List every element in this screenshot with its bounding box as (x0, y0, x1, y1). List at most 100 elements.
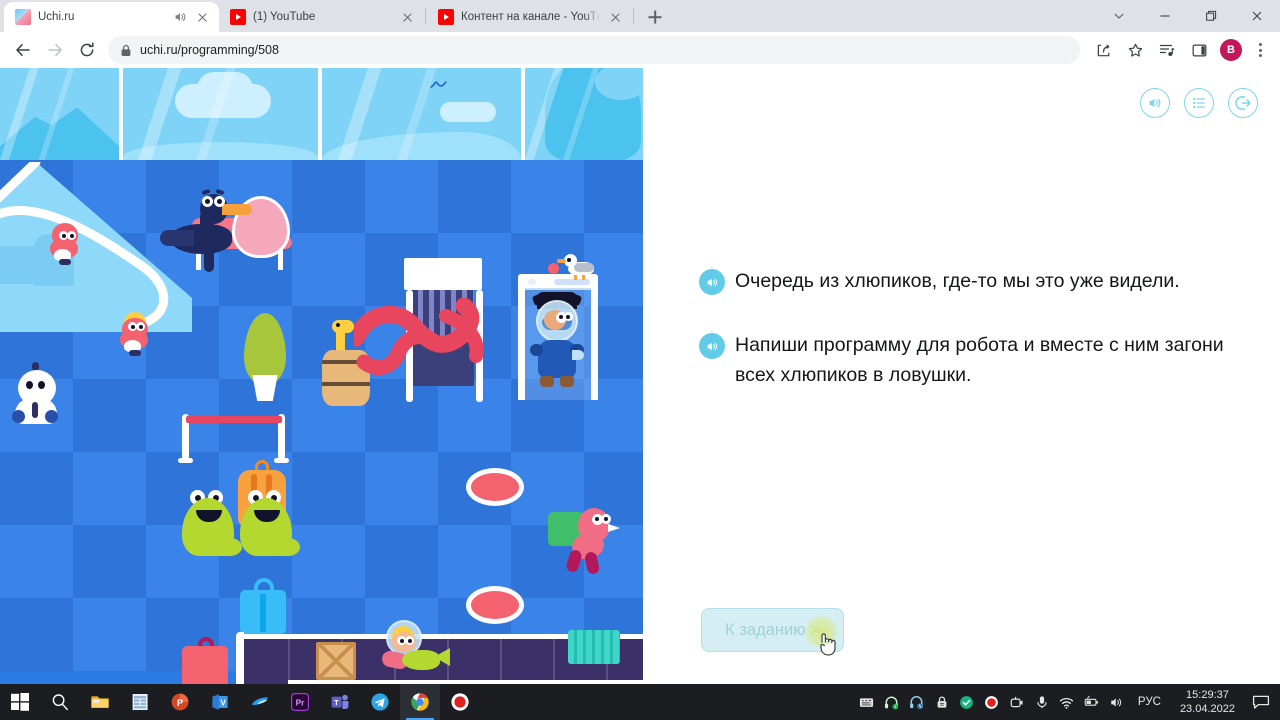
green-slug (182, 490, 244, 558)
task-paragraph-text: Очередь из хлюпиков, где-то мы это уже в… (735, 270, 1180, 292)
close-button[interactable] (1234, 0, 1280, 32)
clock-time: 15:29:37 (1186, 689, 1229, 701)
tab-title: (1) YouTube (253, 11, 316, 23)
exit-arrow-icon[interactable] (1228, 88, 1258, 118)
chrome-icon[interactable] (400, 684, 440, 720)
task-paragraph: Очередь из хлюпиков, где-то мы это уже в… (699, 266, 1232, 296)
window-pane (322, 68, 521, 160)
belt-barrier (178, 408, 292, 463)
new-tab-button[interactable] (641, 3, 669, 31)
yellow-passenger (120, 312, 152, 356)
robot[interactable] (12, 362, 60, 424)
game-canvas[interactable] (0, 68, 643, 684)
toolbar-icons: В (1088, 35, 1272, 65)
headset-icon[interactable]: 1 (884, 694, 900, 710)
language-indicator[interactable]: РУС (1138, 696, 1161, 708)
tab-youtube-studio[interactable]: Контент на канале - YouTube St (427, 2, 632, 32)
tab-close-button[interactable] (194, 9, 210, 25)
tab-audio-icon[interactable] (173, 10, 187, 24)
premiere-pro-icon[interactable]: Pr (280, 684, 320, 720)
bird-on-bench (160, 178, 294, 278)
tab-search-chevron-down-icon[interactable] (1096, 0, 1142, 32)
svg-text:Pr: Pr (296, 697, 306, 707)
teams-icon[interactable]: T (320, 684, 360, 720)
visio-icon[interactable]: V (200, 684, 240, 720)
page-content: Очередь из хлюпиков, где-то мы это уже в… (0, 68, 1280, 684)
file-explorer-icon[interactable] (80, 684, 120, 720)
back-arrow-icon[interactable] (8, 35, 38, 65)
blue-swoosh-icon[interactable] (240, 684, 280, 720)
side-panel-icon[interactable] (1184, 35, 1214, 65)
share-icon[interactable] (1088, 35, 1118, 65)
reload-icon[interactable] (72, 35, 102, 65)
clock[interactable]: 15:29:37 23.04.2022 (1180, 688, 1235, 716)
conveyor-white-edge (236, 632, 244, 684)
system-tray: 1 РУС 15:29:37 23.04.2022 (859, 688, 1280, 716)
bookmark-star-icon[interactable] (1120, 35, 1150, 65)
metal-detector-gate (518, 263, 598, 403)
search-button[interactable] (40, 684, 80, 720)
svg-text:V: V (221, 698, 227, 707)
windows-taskbar: P V Pr T 1 РУС 15:29:37 23.04.2022 (0, 684, 1280, 720)
task-description: Очередь из хлюпиков, где-то мы это уже в… (699, 266, 1232, 424)
task-panel: Очередь из хлюпиков, где-то мы это уже в… (643, 68, 1280, 684)
go-to-task-button[interactable]: К заданию > (701, 608, 844, 656)
record-icon[interactable] (984, 694, 1000, 710)
youtube-favicon-icon (438, 9, 454, 25)
pink-suitcase (182, 637, 230, 684)
sound-toggle-speaker-icon[interactable] (1140, 88, 1170, 118)
reading-list-icon[interactable] (1152, 35, 1182, 65)
lock-icon[interactable] (934, 694, 950, 710)
task-paragraph: Напиши программу для робота и вместе с н… (699, 330, 1232, 390)
battery-icon[interactable] (1084, 694, 1100, 710)
forward-arrow-icon[interactable] (40, 35, 70, 65)
tab-close-button[interactable] (399, 9, 415, 25)
task-paragraph-text: Напиши программу для робота и вместе с н… (735, 334, 1224, 386)
clock-date: 23.04.2022 (1179, 703, 1235, 715)
volume-icon[interactable] (1109, 694, 1125, 710)
tab-divider (633, 8, 634, 24)
profile-avatar[interactable]: В (1220, 39, 1242, 61)
camera-icon[interactable] (1009, 694, 1025, 710)
teal-crate (568, 630, 620, 664)
taskbar-apps: P V Pr T (0, 684, 480, 720)
telegram-icon[interactable] (360, 684, 400, 720)
screen-recorder-icon[interactable] (440, 684, 480, 720)
kebab-menu-icon[interactable] (1248, 35, 1272, 65)
minimize-button[interactable] (1142, 0, 1188, 32)
powerpoint-icon[interactable]: P (160, 684, 200, 720)
red-passenger (50, 223, 82, 265)
maximize-button[interactable] (1188, 0, 1234, 32)
excel-icon[interactable] (120, 684, 160, 720)
window-pane (123, 68, 319, 160)
tab-youtube[interactable]: (1) YouTube (219, 2, 424, 32)
keyboard-icon[interactable] (859, 694, 875, 710)
address-bar[interactable]: uchi.ru/programming/508 (108, 36, 1080, 64)
potted-plant (242, 313, 288, 405)
airport-windows (0, 68, 643, 160)
seagull (557, 254, 598, 280)
window-pane (0, 68, 120, 160)
pointer-hand-cursor-icon (818, 631, 840, 659)
panel-controls (1140, 88, 1258, 118)
tab-strip: Uchi.ru (1) YouTube Контент на канале - … (0, 0, 1280, 32)
address-bar-url: uchi.ru/programming/508 (140, 43, 279, 57)
tab-uchi[interactable]: Uchi.ru (4, 2, 219, 32)
youtube-favicon-icon (230, 9, 246, 25)
lesson-list-icon[interactable] (1184, 88, 1214, 118)
speaker-icon[interactable] (699, 333, 725, 359)
shield-check-icon[interactable] (959, 694, 975, 710)
trap (466, 468, 524, 506)
svg-text:P: P (177, 698, 183, 708)
microphone-icon[interactable] (1034, 694, 1050, 710)
speaker-icon[interactable] (699, 269, 725, 295)
belt-passenger (380, 620, 452, 672)
blue-suitcase (240, 578, 288, 634)
start-button[interactable] (0, 684, 40, 720)
notification-icon[interactable] (1250, 691, 1272, 713)
audio-device-icon[interactable] (909, 694, 925, 710)
browser-window: Uchi.ru (1) YouTube Контент на канале - … (0, 0, 1280, 684)
security-guard (530, 291, 584, 396)
wifi-icon[interactable] (1059, 694, 1075, 710)
tab-close-button[interactable] (607, 9, 623, 25)
